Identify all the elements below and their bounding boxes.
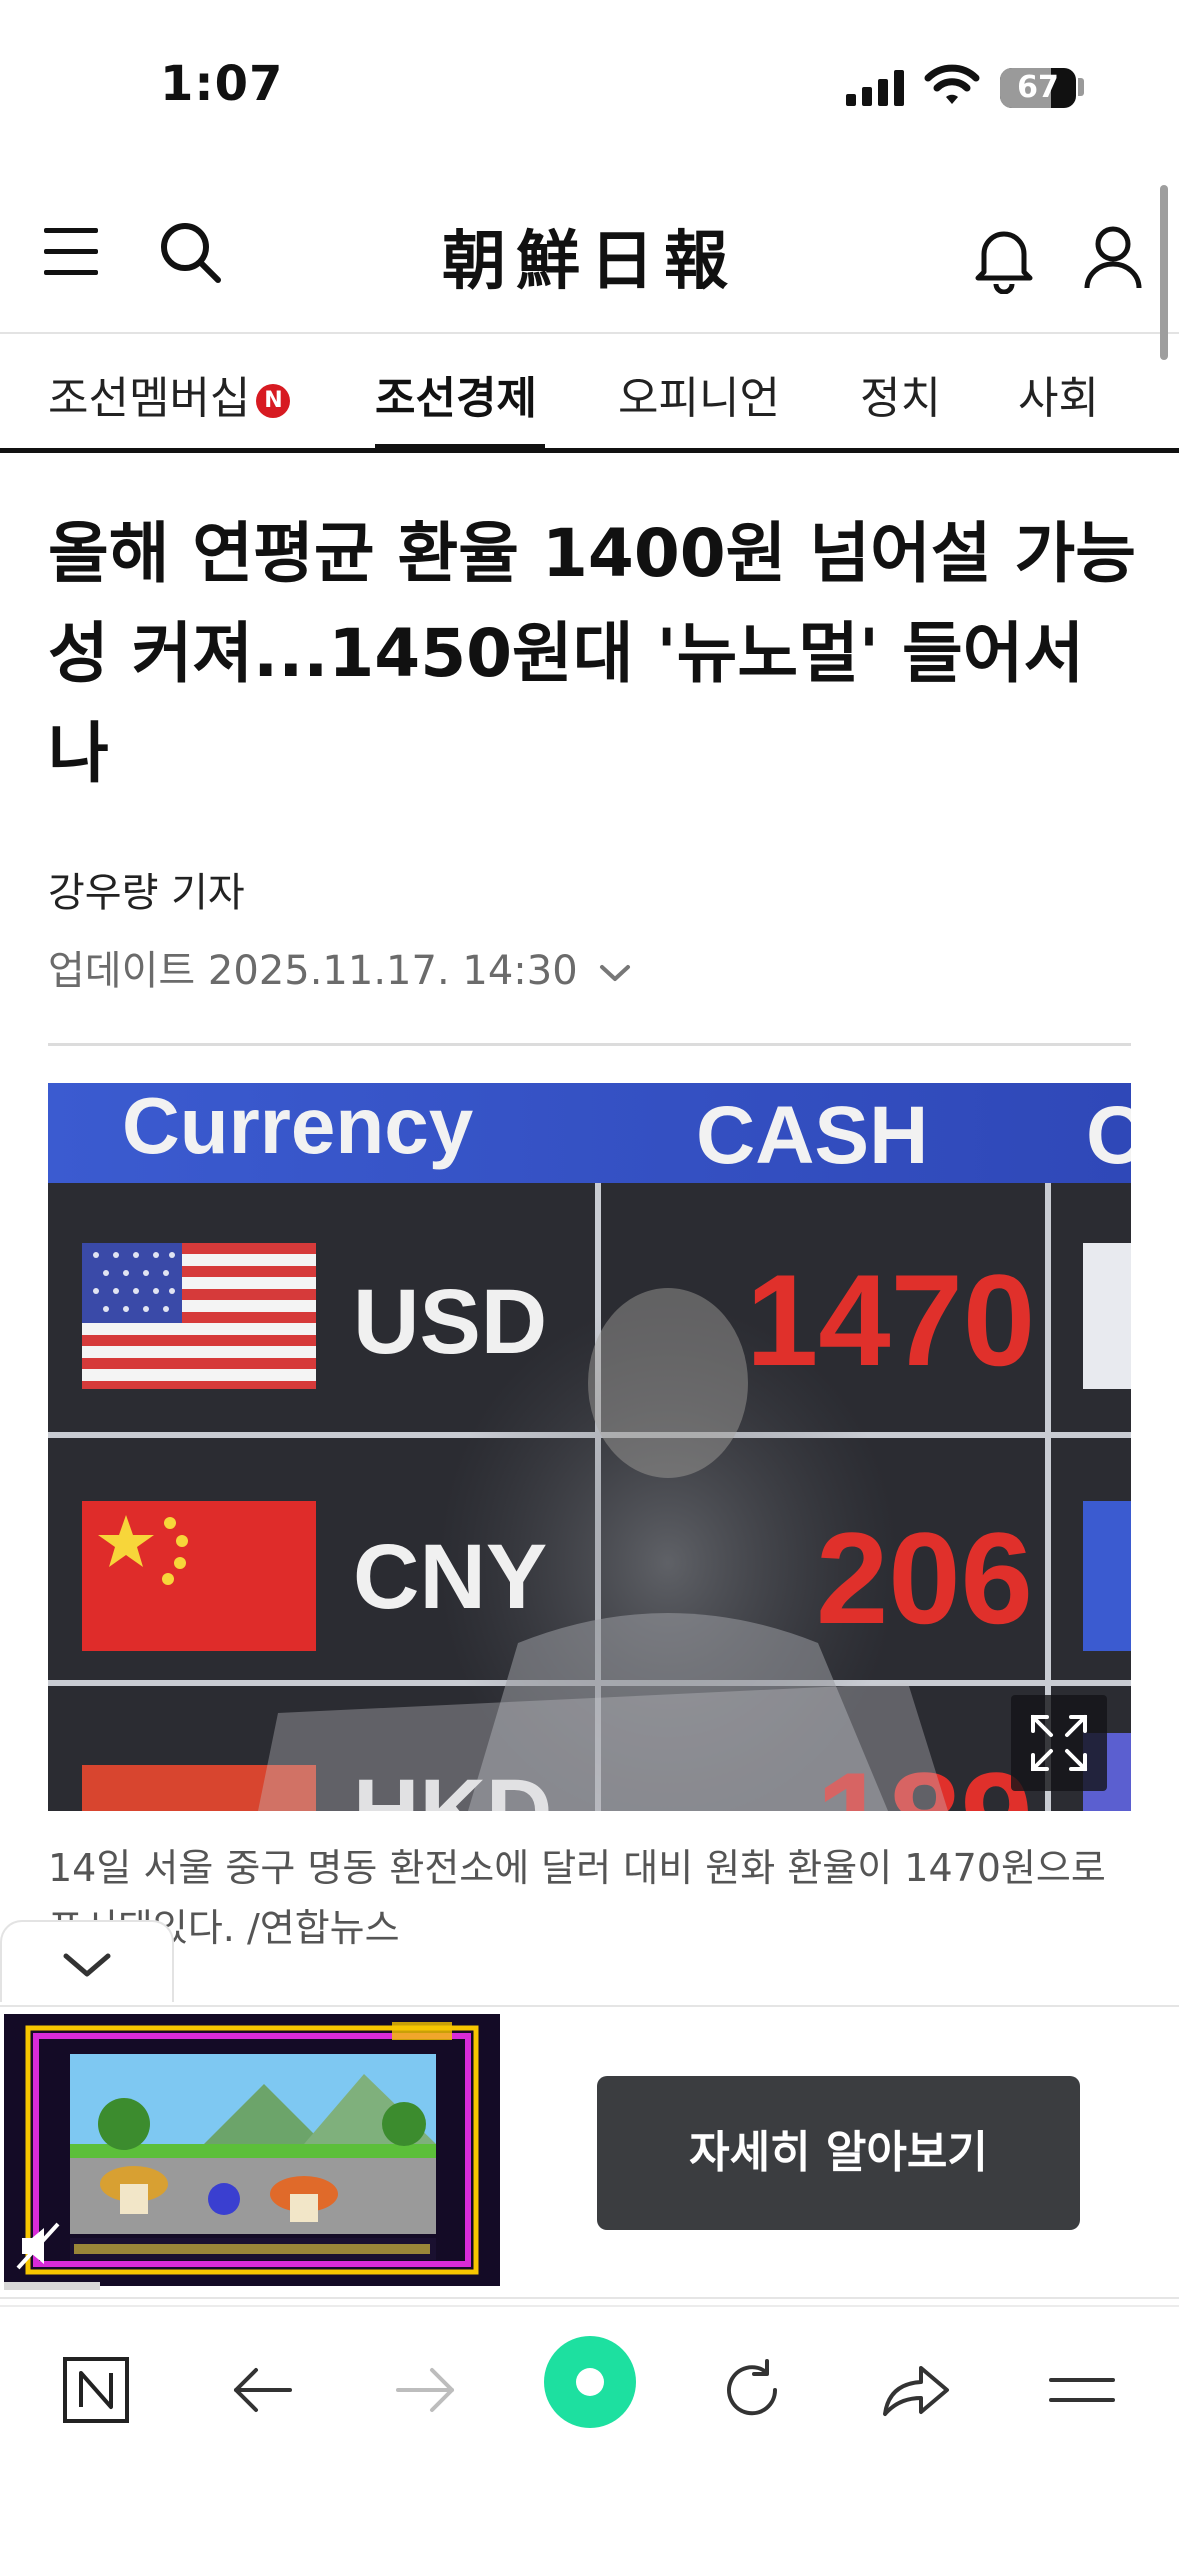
- article-updated[interactable]: 업데이트 2025.11.17. 14:30: [48, 938, 632, 996]
- search-icon[interactable]: [158, 220, 224, 286]
- fullscreen-icon: [1031, 1715, 1087, 1771]
- tab-society-label: 사회: [1018, 373, 1099, 424]
- article-photo[interactable]: Currency CASH C USD 1470 CNY 206 HKD 189: [48, 1083, 1131, 1811]
- tab-membership[interactable]: 조선멤버십 N: [48, 362, 291, 426]
- status-time: 1:07: [160, 56, 284, 112]
- back-button[interactable]: [212, 2340, 312, 2440]
- refresh-icon: [727, 2359, 778, 2416]
- tab-opinion-label: 오피니언: [618, 373, 780, 424]
- exchange-board-illustration: Currency CASH C USD 1470 CNY 206 HKD 189: [48, 1083, 1131, 1811]
- board-cny-rate: 206: [816, 1505, 1033, 1651]
- arrow-right-icon: [396, 2368, 454, 2412]
- ad-progress-bar: [4, 2282, 100, 2290]
- article-byline[interactable]: 강우량 기자: [48, 860, 245, 918]
- battery-tip: [1078, 78, 1084, 96]
- tab-membership-label: 조선멤버십: [48, 373, 251, 424]
- tab-politics-label: 정치: [860, 373, 941, 424]
- svg-text:C: C: [1086, 1090, 1131, 1181]
- share-arrow-icon: [883, 2366, 949, 2416]
- forward-button[interactable]: [376, 2340, 476, 2440]
- battery-icon: 67: [1000, 68, 1076, 108]
- tab-politics[interactable]: 정치: [860, 362, 941, 426]
- battery-percent: 67: [1017, 70, 1059, 105]
- toolbar-divider: [0, 2305, 1179, 2307]
- wifi-icon: [924, 64, 980, 104]
- ad-game-artwork: [4, 2014, 500, 2286]
- naver-home-button[interactable]: [46, 2340, 146, 2440]
- hamburger-icon: [1049, 2378, 1115, 2402]
- board-cash-label: CASH: [696, 1090, 928, 1181]
- board-usd-code: USD: [353, 1271, 547, 1373]
- notification-bell-icon[interactable]: [974, 224, 1034, 294]
- chevron-down-icon: [600, 965, 631, 981]
- tab-chosun-economy[interactable]: 조선경제: [375, 362, 537, 426]
- tab-chosun-economy-label: 조선경제: [375, 373, 537, 424]
- tab-society[interactable]: 사회: [1018, 362, 1099, 426]
- share-button[interactable]: [866, 2340, 966, 2440]
- user-account-icon[interactable]: [1082, 224, 1144, 290]
- nav-bottom-rule: [0, 448, 1179, 453]
- chevron-down-icon: [63, 1953, 111, 1977]
- ad-collapse-button[interactable]: [0, 1920, 174, 2002]
- site-logo[interactable]: 朝鮮日報: [400, 210, 780, 302]
- scrollbar[interactable]: [1160, 185, 1168, 360]
- ad-video-thumbnail[interactable]: [4, 2014, 500, 2286]
- green-dot-icon: [576, 2368, 604, 2396]
- article-divider: [48, 1043, 1131, 1046]
- reload-button[interactable]: [702, 2340, 802, 2440]
- naver-n-icon: [63, 2357, 129, 2423]
- learn-more-button[interactable]: 자세히 알아보기: [597, 2076, 1080, 2230]
- photo-caption: 14일 서울 중구 명동 환전소에 달러 대비 원화 환율이 1470원으로 표…: [48, 1846, 1106, 1950]
- board-currency-label: Currency: [122, 1083, 474, 1170]
- menu-icon[interactable]: [44, 226, 100, 278]
- article-updated-text: 업데이트 2025.11.17. 14:30: [48, 948, 578, 994]
- expand-photo-button[interactable]: [1011, 1695, 1107, 1791]
- board-usd-rate: 1470: [746, 1247, 1035, 1393]
- board-cny-code: CNY: [353, 1526, 547, 1628]
- new-badge: N: [256, 384, 291, 418]
- arrow-left-icon: [234, 2368, 292, 2412]
- article-headline: 올해 연평균 환율 1400원 넘어설 가능성 커져...1450원대 '뉴노멀…: [48, 515, 1136, 792]
- header-divider: [0, 332, 1179, 334]
- china-flag-icon: [82, 1501, 316, 1651]
- us-flag-icon: [82, 1243, 316, 1389]
- green-dot-button[interactable]: [544, 2336, 636, 2428]
- more-menu-button[interactable]: [1032, 2340, 1132, 2440]
- tab-opinion[interactable]: 오피니언: [618, 362, 780, 426]
- cellular-signal-icon: [846, 70, 904, 106]
